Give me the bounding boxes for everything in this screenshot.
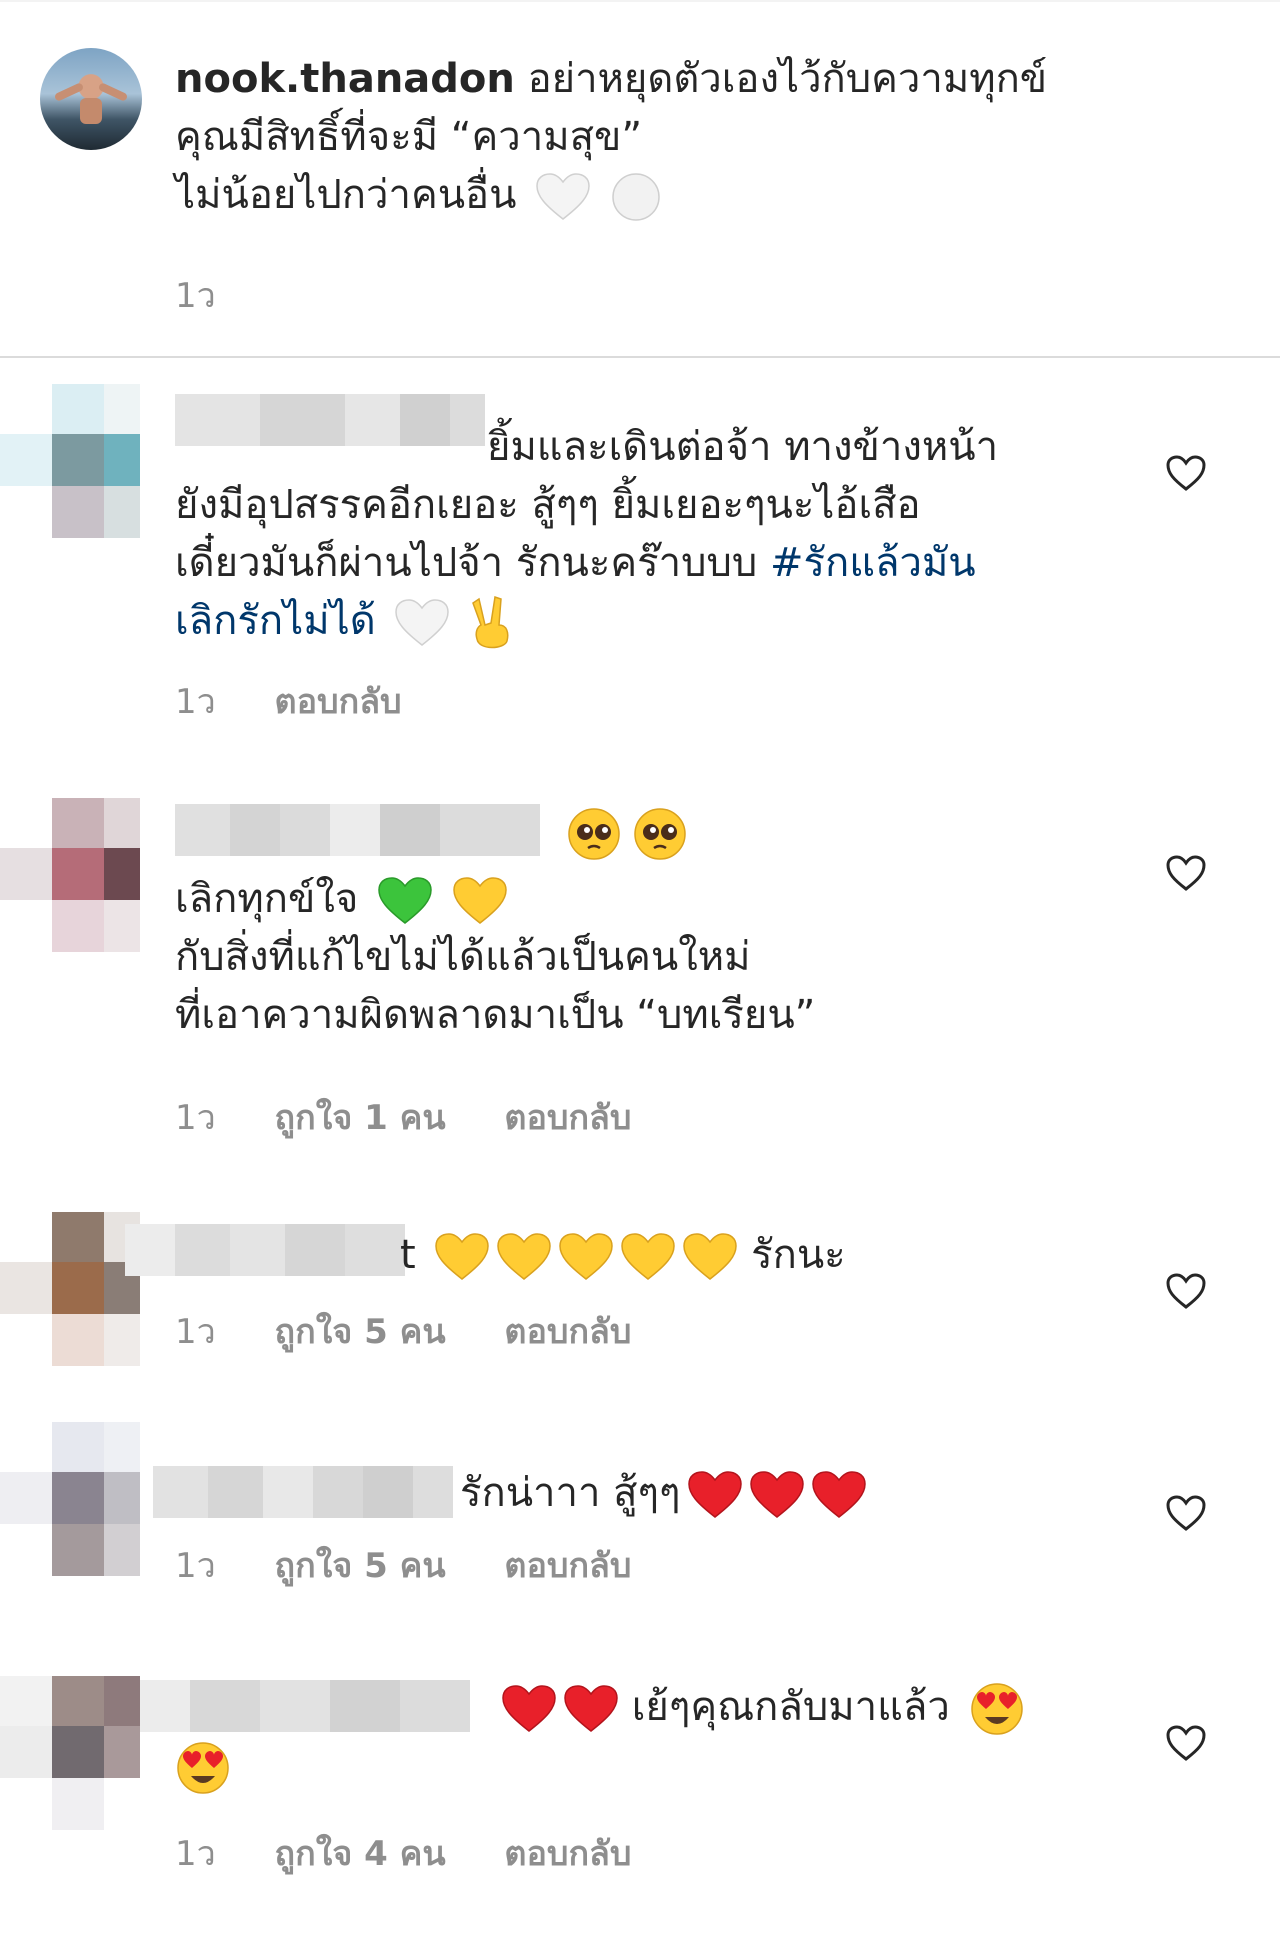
author-avatar[interactable] — [40, 48, 142, 150]
likes-count[interactable]: ถูกใจ 4 คน — [275, 1834, 446, 1874]
likes-count[interactable]: ถูกใจ 5 คน — [275, 1312, 446, 1352]
victory-hand-emoji — [472, 596, 509, 649]
comment-4-body: รักน่าาา สู้ๆๆ — [460, 1470, 681, 1516]
comment-time: 1ว — [175, 1312, 216, 1352]
comment-1-text: ยิ้มและเดินต่อจ้า ทางข้างหน้า ยังมีอุปสร… — [175, 418, 1075, 651]
yellow-heart-emoji — [452, 877, 507, 924]
heart-eyes-emoji — [970, 1683, 1023, 1735]
yellow-heart-emoji — [497, 1233, 552, 1280]
red-heart-emoji — [502, 1685, 556, 1732]
comment-3: t รักนะ 1ว ถูกใจ 5 คน ตอบกลับ — [0, 1212, 1280, 1372]
like-heart-icon[interactable] — [1165, 854, 1207, 892]
caption-text: nook.thanadon อย่าหยุดตัวเองไว้กับความทุ… — [175, 50, 1135, 224]
comment-2-meta: 1ว ถูกใจ 1 คน ตอบกลับ — [175, 1090, 679, 1144]
pleading-face-emoji — [634, 808, 686, 860]
commenter-name-blurred[interactable] — [175, 804, 540, 856]
likes-count[interactable]: ถูกใจ 1 คน — [275, 1098, 446, 1138]
avatar[interactable] — [0, 1676, 140, 1836]
comment-1-meta: 1ว ตอบกลับ — [175, 674, 450, 728]
commenter-name-blurred[interactable] — [153, 1466, 453, 1518]
reply-button[interactable]: ตอบกลับ — [504, 1546, 631, 1586]
comment-time: 1ว — [175, 1834, 216, 1874]
comment-2-line-2: กับสิ่งที่แก้ไขไม่ได้แล้วเป็นคนใหม่ — [175, 934, 751, 980]
caption-line-1: อย่าหยุดตัวเองไว้กับความทุกข์ — [527, 56, 1048, 102]
yellow-heart-emoji — [683, 1233, 738, 1280]
likes-count[interactable]: ถูกใจ 5 คน — [275, 1546, 446, 1586]
comment-4: รักน่าาา สู้ๆๆ 1ว ถูกใจ 5 คน ตอบกลับ — [0, 1422, 1280, 1586]
caption-time: 1ว — [175, 276, 216, 316]
comment-1-line-1: ยิ้มและเดินต่อจ้า ทางข้างหน้า — [487, 424, 999, 470]
white-heart-emoji — [395, 599, 450, 646]
reply-button[interactable]: ตอบกลับ — [275, 682, 402, 722]
comment-time: 1ว — [175, 1546, 216, 1586]
commenter-name-blurred[interactable] — [125, 1224, 405, 1276]
reply-button[interactable]: ตอบกลับ — [504, 1834, 631, 1874]
yellow-heart-emoji — [621, 1233, 676, 1280]
comment-2-line-3: ที่เอาความผิดพลาดมาเป็น “บทเรียน” — [175, 992, 816, 1038]
yellow-heart-emoji — [559, 1233, 614, 1280]
red-heart-emoji — [749, 1471, 804, 1518]
hashtag-link-continued[interactable]: เลิกรักไม่ได้ — [175, 598, 376, 644]
comment-2-text: เลิกทุกข์ใจ กับสิ่งที่แก้ไขไม่ได้แล้วเป็… — [175, 870, 1075, 1044]
white-circle-emoji — [612, 173, 660, 221]
comment-3-meta: 1ว ถูกใจ 5 คน ตอบกลับ — [175, 1304, 679, 1358]
heart-eyes-emoji — [177, 1742, 229, 1794]
author-username[interactable]: nook.thanadon — [175, 56, 515, 102]
caption-line-2: คุณมีสิทธิ์ที่จะมี “ความสุข” — [175, 114, 643, 160]
comment-3-text: t รักนะ — [400, 1226, 1100, 1284]
white-heart-emoji — [536, 173, 590, 220]
red-heart-emoji — [564, 1685, 618, 1732]
comment-1: ยิ้มและเดินต่อจ้า ทางข้างหน้า ยังมีอุปสร… — [0, 384, 1280, 744]
post-caption: nook.thanadon อย่าหยุดตัวเองไว้กับความทุ… — [0, 0, 1280, 358]
comment-3-body: รักนะ — [751, 1232, 846, 1278]
avatar[interactable] — [0, 1422, 140, 1582]
comment-5-meta: 1ว ถูกใจ 4 คน ตอบกลับ — [175, 1826, 679, 1880]
comment-2-line-1: เลิกทุกข์ใจ — [175, 876, 359, 922]
hashtag-link[interactable]: #รักแล้วมัน — [770, 540, 976, 586]
comment-5-text: เย้ๆคุณกลับมาแล้ว — [495, 1678, 1115, 1737]
green-heart-emoji — [378, 877, 432, 924]
commenter-name-blurred[interactable] — [140, 1680, 470, 1732]
caption-line-3: ไม่น้อยไปกว่าคนอื่น — [175, 172, 517, 218]
pleading-face-emoji — [568, 808, 620, 860]
avatar[interactable] — [0, 1212, 140, 1372]
red-heart-emoji — [687, 1471, 742, 1518]
comment-1-line-3: เดี๋ยวมันก็ผ่านไปจ้า รักนะคร๊าบบบ — [175, 540, 758, 586]
like-heart-icon[interactable] — [1165, 1724, 1207, 1762]
comment-time: 1ว — [175, 682, 216, 722]
comment-4-text: รักน่าาา สู้ๆๆ — [460, 1464, 1100, 1522]
red-heart-emoji — [811, 1471, 866, 1518]
like-heart-icon[interactable] — [1165, 1272, 1207, 1310]
avatar[interactable] — [0, 798, 140, 958]
comment-time: 1ว — [175, 1098, 216, 1138]
name-tail: t — [400, 1232, 416, 1278]
comment-5-body: เย้ๆคุณกลับมาแล้ว — [631, 1684, 950, 1730]
caption-meta: 1ว — [175, 268, 264, 322]
comment-1-line-2: ยังมีอุปสรรคอีกเยอะ สู้ๆๆ ยิ้มเยอะๆนะไอ้… — [175, 482, 921, 528]
reply-button[interactable]: ตอบกลับ — [504, 1312, 631, 1352]
reply-button[interactable]: ตอบกลับ — [504, 1098, 631, 1138]
comments-page: nook.thanadon อย่าหยุดตัวเองไว้กับความทุ… — [0, 0, 1280, 1955]
comment-4-meta: 1ว ถูกใจ 5 คน ตอบกลับ — [175, 1538, 679, 1592]
like-heart-icon[interactable] — [1165, 454, 1207, 492]
like-heart-icon[interactable] — [1165, 1494, 1207, 1532]
comment-2: เลิกทุกข์ใจ กับสิ่งที่แก้ไขไม่ได้แล้วเป็… — [0, 798, 1280, 1158]
comment-5: เย้ๆคุณกลับมาแล้ว 1ว ถูกใจ 4 คน ตอบกลับ — [0, 1676, 1280, 1926]
yellow-heart-emoji — [435, 1233, 490, 1280]
avatar[interactable] — [0, 384, 140, 544]
